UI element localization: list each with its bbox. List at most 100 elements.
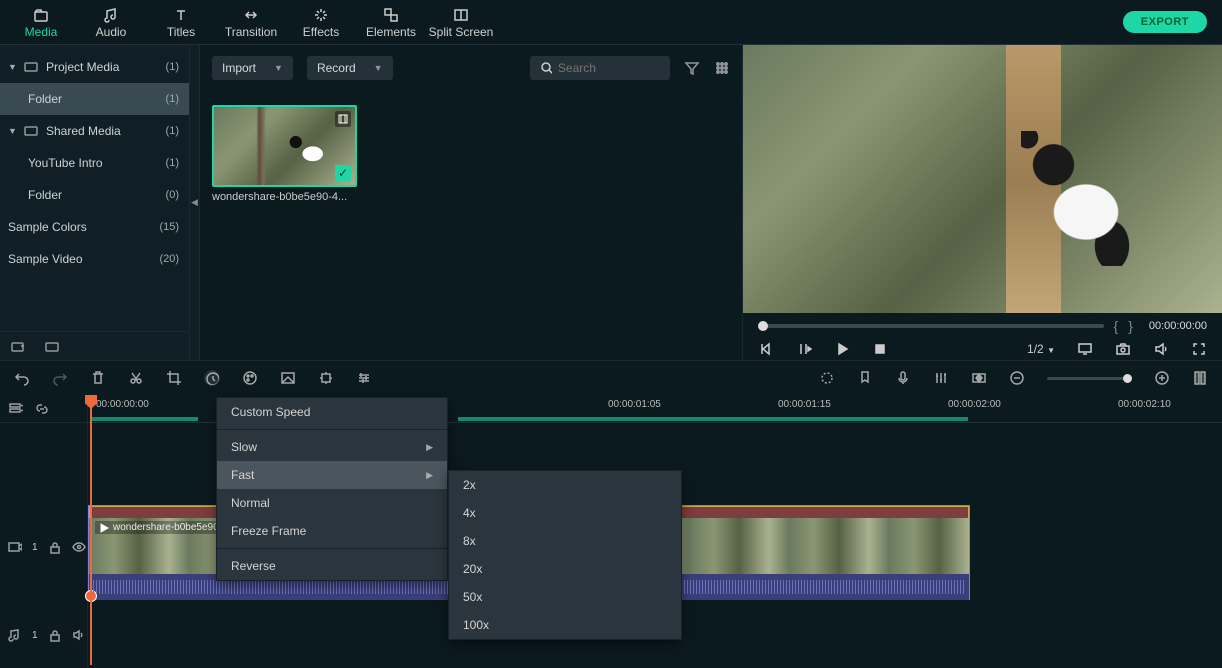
- volume-icon[interactable]: [1153, 341, 1169, 357]
- snapshot-icon[interactable]: [1115, 341, 1131, 357]
- marker-icon[interactable]: [857, 370, 873, 386]
- preview-quality[interactable]: 1/2 ▼: [1027, 342, 1055, 356]
- sidebar-item-label: Shared Media: [46, 124, 166, 138]
- sidebar-item-label: YouTube Intro: [28, 156, 166, 170]
- sidebar-item-shared-media[interactable]: ▼ Shared Media (1): [0, 115, 189, 147]
- color-icon[interactable]: [242, 370, 258, 386]
- motion-tracking-icon[interactable]: [318, 370, 334, 386]
- filter-icon[interactable]: [684, 60, 700, 76]
- sidebar-item-count: (1): [166, 125, 179, 137]
- dropdown-label: Import: [222, 61, 256, 75]
- menu-item-50x[interactable]: 50x: [449, 583, 681, 611]
- import-dropdown[interactable]: Import ▼: [212, 56, 293, 80]
- sidebar-item-sample-video[interactable]: Sample Video (20): [0, 243, 189, 275]
- render-bar: [90, 417, 198, 421]
- lock-icon[interactable]: [48, 628, 62, 642]
- zoom-out-icon[interactable]: [1009, 370, 1025, 386]
- mark-out-icon[interactable]: }: [1128, 318, 1133, 334]
- sidebar-item-label: Folder: [28, 92, 166, 106]
- lock-icon[interactable]: [48, 540, 62, 554]
- undo-icon[interactable]: [14, 370, 30, 386]
- crop-icon[interactable]: [166, 370, 182, 386]
- sidebar-item-folder[interactable]: Folder (1): [0, 83, 189, 115]
- tab-media[interactable]: Media: [6, 5, 76, 39]
- sparkle-icon: [313, 7, 329, 23]
- menu-item-100x[interactable]: 100x: [449, 611, 681, 639]
- media-pane: Import ▼ Record ▼ ✓ wondershare-b0be5e90…: [200, 45, 742, 360]
- zoom-in-icon[interactable]: [1154, 370, 1170, 386]
- zoom-slider[interactable]: [1047, 377, 1132, 380]
- tab-titles[interactable]: Titles: [146, 5, 216, 39]
- menu-item-reverse[interactable]: Reverse: [217, 552, 447, 580]
- sidebar-item-count: (1): [166, 61, 179, 73]
- sidebar-item-project-media[interactable]: ▼ Project Media (1): [0, 51, 189, 83]
- chevron-down-icon: ▼: [274, 63, 283, 73]
- tab-transition[interactable]: Transition: [216, 5, 286, 39]
- folder-icon[interactable]: [44, 338, 60, 354]
- menu-item-8x[interactable]: 8x: [449, 527, 681, 555]
- playhead[interactable]: [90, 395, 92, 665]
- mark-in-icon[interactable]: {: [1114, 318, 1119, 334]
- render-icon[interactable]: [819, 370, 835, 386]
- menu-item-2x[interactable]: 2x: [449, 471, 681, 499]
- menu-item-4x[interactable]: 4x: [449, 499, 681, 527]
- sidebar-item-sample-colors[interactable]: Sample Colors (15): [0, 211, 189, 243]
- tab-splitscreen[interactable]: Split Screen: [426, 5, 496, 39]
- grid-view-icon[interactable]: [714, 60, 730, 76]
- manage-tracks-icon[interactable]: [8, 401, 24, 417]
- menu-item-custom-speed[interactable]: Custom Speed: [217, 398, 447, 426]
- prev-frame-icon[interactable]: [758, 341, 774, 357]
- stop-icon[interactable]: [872, 341, 888, 357]
- ruler-tick: 00:00:02:10: [1118, 399, 1171, 410]
- sidebar-item-count: (20): [159, 253, 179, 265]
- sidebar-item-count: (15): [159, 221, 179, 233]
- menu-item-20x[interactable]: 20x: [449, 555, 681, 583]
- fullscreen-icon[interactable]: [1191, 341, 1207, 357]
- link-icon[interactable]: [34, 401, 50, 417]
- mute-icon[interactable]: [72, 628, 86, 642]
- menu-item-fast[interactable]: Fast▶: [217, 461, 447, 489]
- scrub-bar[interactable]: [758, 324, 1104, 328]
- eye-icon[interactable]: [72, 540, 86, 554]
- clip-label: wondershare-b0be5e90: [113, 522, 219, 533]
- ruler-tick: 00:00:01:05: [608, 399, 661, 410]
- menu-item-slow[interactable]: Slow▶: [217, 433, 447, 461]
- audio-mixer-icon[interactable]: [933, 370, 949, 386]
- sidebar-item-youtube-intro[interactable]: YouTube Intro (1): [0, 147, 189, 179]
- folder-icon: [24, 123, 40, 139]
- audio-track-header[interactable]: 1: [0, 621, 87, 649]
- tab-effects[interactable]: Effects: [286, 5, 356, 39]
- menu-item-freeze-frame[interactable]: Freeze Frame: [217, 517, 447, 545]
- timeline-toolbar: [0, 360, 1222, 395]
- thumbnail-image: ✓: [212, 105, 357, 187]
- keyframe-icon[interactable]: [971, 370, 987, 386]
- speed-icon[interactable]: [204, 370, 220, 386]
- play-pause-icon[interactable]: [796, 341, 812, 357]
- tab-elements[interactable]: Elements: [356, 5, 426, 39]
- media-thumbnail[interactable]: ✓ wondershare-b0be5e90-4...: [212, 105, 357, 203]
- search-input-wrapper[interactable]: [530, 56, 670, 80]
- play-icon[interactable]: [834, 341, 850, 357]
- search-input[interactable]: [558, 61, 660, 75]
- voiceover-icon[interactable]: [895, 370, 911, 386]
- export-button[interactable]: EXPORT: [1123, 11, 1207, 33]
- green-screen-icon[interactable]: [280, 370, 296, 386]
- record-dropdown[interactable]: Record ▼: [307, 56, 393, 80]
- tab-audio[interactable]: Audio: [76, 5, 146, 39]
- zoom-fit-icon[interactable]: [1192, 370, 1208, 386]
- adjust-icon[interactable]: [356, 370, 372, 386]
- new-folder-icon[interactable]: [10, 338, 26, 354]
- tab-label: Split Screen: [426, 25, 496, 39]
- sidebar-collapse-button[interactable]: ◀: [190, 45, 200, 360]
- sidebar-item-folder2[interactable]: Folder (0): [0, 179, 189, 211]
- display-icon[interactable]: [1077, 341, 1093, 357]
- preview-viewport[interactable]: [743, 45, 1222, 313]
- menu-item-normal[interactable]: Normal: [217, 489, 447, 517]
- video-track-header[interactable]: 1: [0, 533, 87, 561]
- delete-icon[interactable]: [90, 370, 106, 386]
- chevron-left-icon: ◀: [191, 197, 198, 208]
- split-clip-icon[interactable]: [128, 370, 144, 386]
- check-icon: ✓: [335, 165, 351, 181]
- tab-label: Titles: [146, 25, 216, 39]
- redo-icon[interactable]: [52, 370, 68, 386]
